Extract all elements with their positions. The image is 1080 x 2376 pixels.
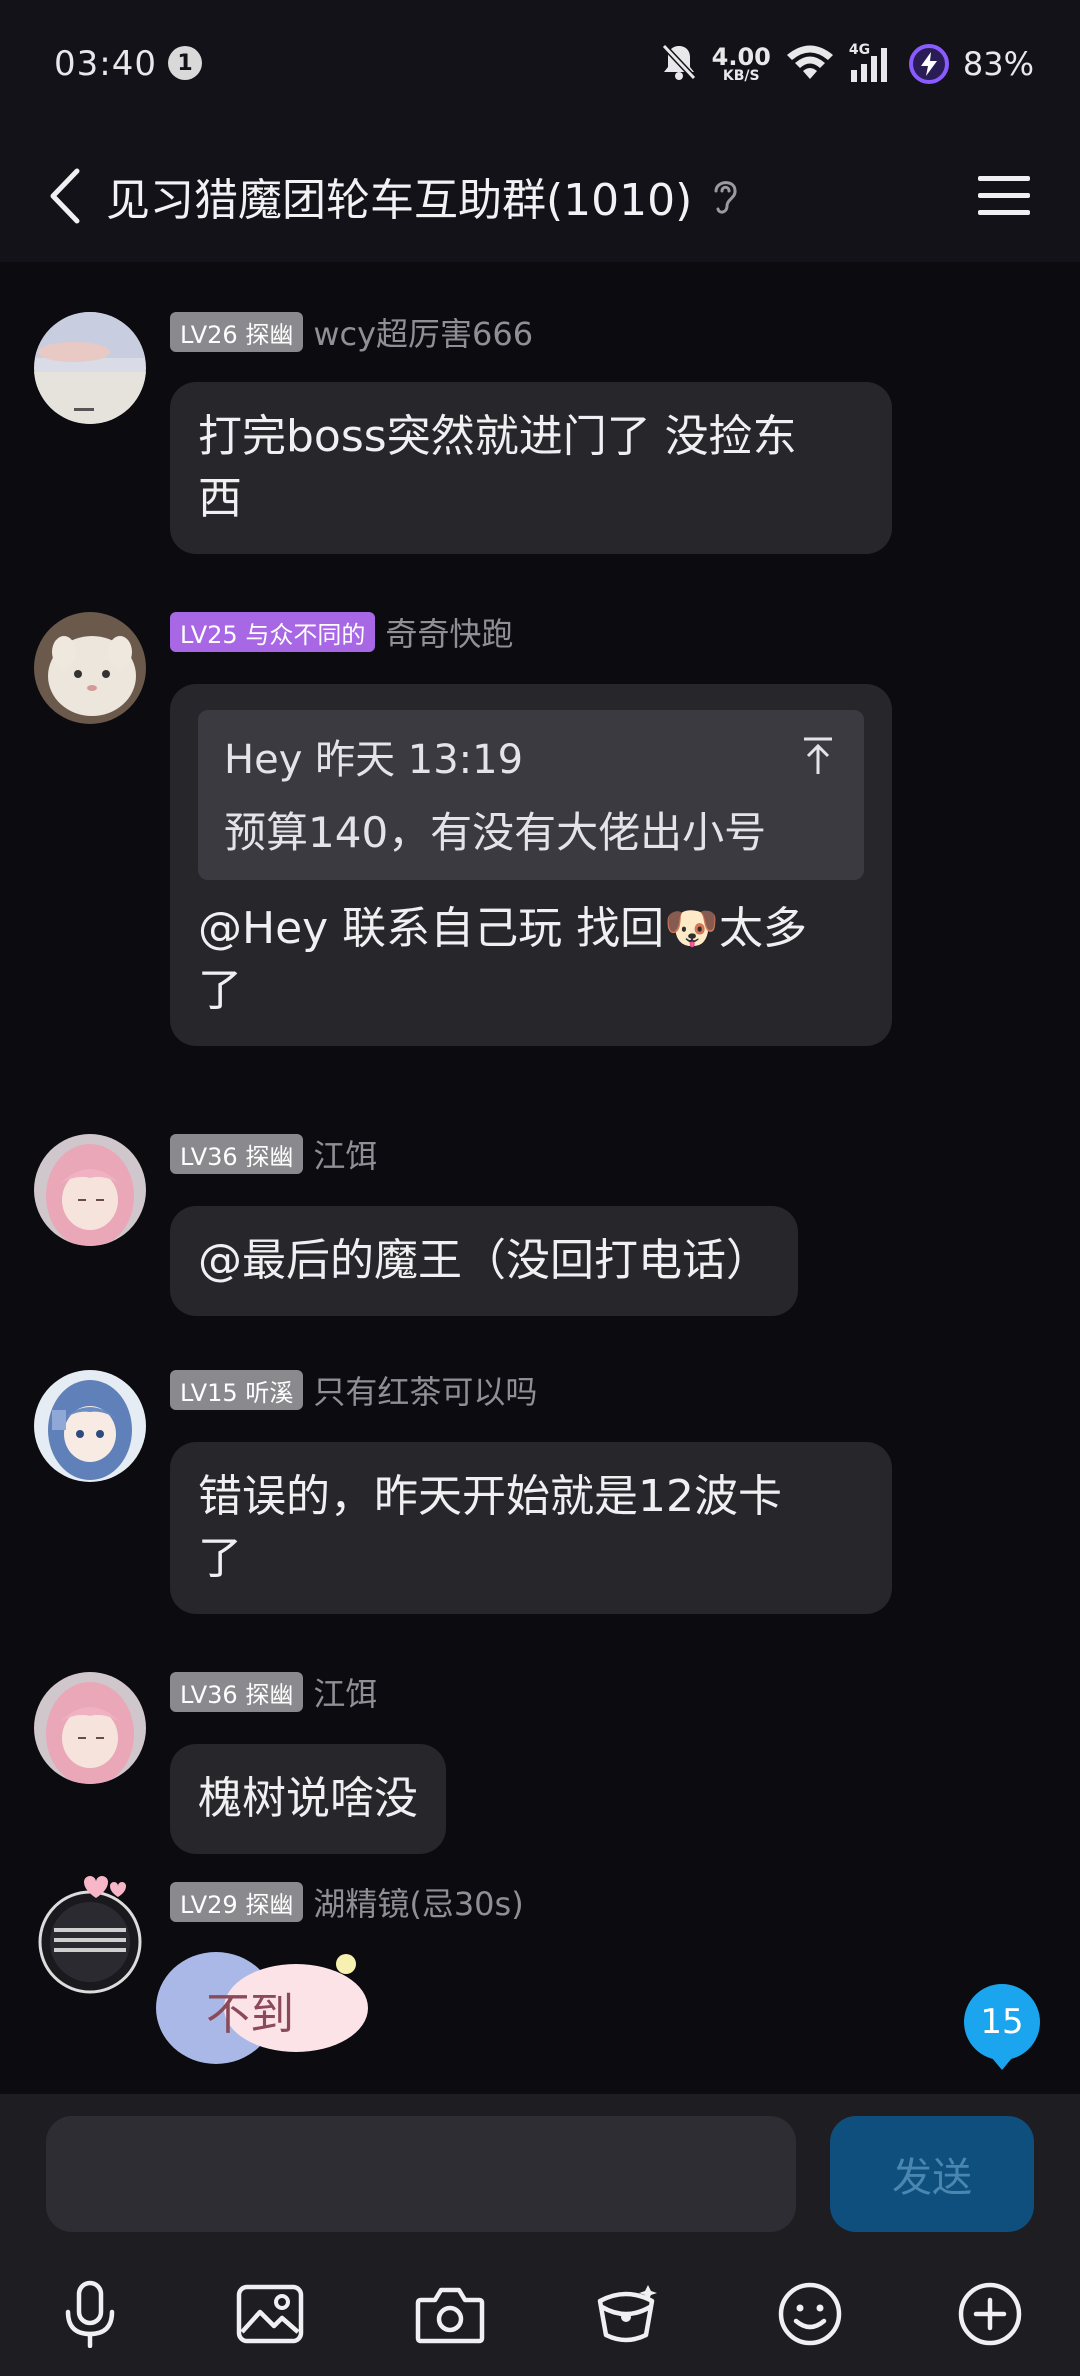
- message-meta: LV15 听溪 只有红茶可以吗: [170, 1367, 537, 1413]
- username[interactable]: 湖精镜(忌30s): [313, 1879, 523, 1925]
- level-badge: LV15 听溪: [170, 1370, 304, 1410]
- jump-to-top-icon[interactable]: [800, 736, 836, 776]
- username[interactable]: 奇奇快跑: [385, 609, 513, 655]
- message-item: LV29 探幽 湖精镜(忌30s) 不到: [0, 1876, 1080, 2094]
- message-text-line: 打完boss突然就进门了 没捡东: [198, 411, 797, 462]
- hamburger-menu-icon: [978, 176, 1030, 215]
- microphone-button[interactable]: [48, 2272, 132, 2356]
- camera-button[interactable]: [408, 2272, 492, 2356]
- avatar[interactable]: [34, 612, 146, 724]
- back-button[interactable]: [36, 160, 92, 232]
- message-list[interactable]: LV26 探幽 wcy超厉害666 打完boss突然就进门了 没捡东 西 LV2…: [0, 262, 1080, 2094]
- message-meta: LV26 探幽 wcy超厉害666: [170, 309, 533, 355]
- avatar[interactable]: [34, 1672, 146, 1784]
- avatar[interactable]: [34, 1370, 146, 1482]
- image-button[interactable]: [228, 2272, 312, 2356]
- wifi-icon: [785, 42, 835, 86]
- username[interactable]: 只有红茶可以吗: [313, 1367, 537, 1413]
- message-bubble[interactable]: 槐树说啥没: [170, 1744, 446, 1854]
- message-bubble[interactable]: 错误的，昨天开始就是12波卡 了: [170, 1442, 892, 1614]
- message-text: @Hey 联系自己玩 找回: [198, 903, 665, 954]
- menu-button[interactable]: [974, 164, 1034, 228]
- message-text: 太多: [718, 903, 807, 954]
- battery-percent: 83%: [962, 45, 1034, 83]
- message-meta: LV36 探幽 江饵: [170, 1669, 377, 1715]
- network-speed-unit: KB/S: [722, 68, 760, 84]
- input-toolbar: [0, 2254, 1080, 2374]
- network-speed-value: 4.00: [711, 43, 771, 71]
- red-packet-button[interactable]: [584, 2272, 668, 2356]
- message-bubble[interactable]: Hey 昨天 13:19 预算140，有没有大佬出小号 @Hey 联系自己玩 找…: [170, 684, 892, 1046]
- send-button[interactable]: 发送: [830, 2116, 1034, 2232]
- more-button[interactable]: [948, 2272, 1032, 2356]
- chat-header: 见习猎魔团轮车互助群(1010): [0, 130, 1080, 262]
- username[interactable]: 江饵: [313, 1669, 377, 1715]
- network-speed: 4.00 KB/S: [712, 45, 771, 83]
- message-text-line: 西: [198, 473, 242, 524]
- message-text: 槐树说啥没: [198, 1773, 418, 1824]
- level-badge: LV26 探幽: [170, 312, 304, 352]
- message-text-line: @Hey 联系自己玩 找回🐶太多: [198, 898, 864, 960]
- sticker-message[interactable]: 不到: [146, 1938, 386, 2078]
- camera-icon: [415, 2287, 485, 2344]
- unread-count-badge[interactable]: 15: [964, 1984, 1040, 2070]
- dog-emoji-icon: 🐶: [664, 903, 719, 954]
- level-badge: LV25 与众不同的: [170, 612, 376, 652]
- username[interactable]: 江饵: [313, 1131, 377, 1177]
- chat-title[interactable]: 见习猎魔团轮车互助群(1010): [106, 160, 744, 232]
- chat-title-text: 见习猎魔团轮车互助群(1010): [106, 175, 693, 226]
- username[interactable]: wcy超厉害666: [313, 309, 533, 355]
- ear-icon: [710, 174, 744, 218]
- message-meta: LV29 探幽 湖精镜(忌30s): [170, 1879, 524, 1925]
- level-badge: LV36 探幽: [170, 1134, 304, 1174]
- image-icon: [236, 2284, 304, 2344]
- plus-circle-icon: [958, 2282, 1022, 2346]
- battery-charging-icon: [908, 44, 949, 84]
- emoji-icon: [778, 2282, 842, 2346]
- quote-author-time: Hey 昨天 13:19: [224, 737, 524, 783]
- avatar[interactable]: [34, 312, 146, 424]
- level-badge: LV29 探幽: [170, 1882, 304, 1922]
- message-input[interactable]: [46, 2116, 796, 2232]
- microphone-icon: [65, 2280, 115, 2348]
- level-badge: LV36 探幽: [170, 1672, 304, 1712]
- status-icons: 4.00 KB/S 4G 83%: [660, 36, 1034, 92]
- message-text: @最后的魔王（没回打电话）: [198, 1235, 770, 1286]
- message-bubble[interactable]: 打完boss突然就进门了 没捡东 西: [170, 382, 892, 554]
- emoji-button[interactable]: [768, 2272, 852, 2356]
- message-text-line: 了: [198, 965, 242, 1016]
- cellular-signal-icon: 4G: [849, 42, 895, 84]
- quoted-message[interactable]: Hey 昨天 13:19 预算140，有没有大佬出小号: [198, 710, 864, 880]
- status-bar: 03:40 1 4.00 KB/S 4G 83%: [0, 0, 1080, 130]
- message-bubble[interactable]: @最后的魔王（没回打电话）: [170, 1206, 798, 1316]
- mute-bell-icon: [660, 42, 698, 86]
- notification-count-badge: 1: [168, 46, 202, 80]
- status-time: 03:40: [54, 44, 157, 84]
- quote-text: 预算140，有没有大佬出小号: [224, 808, 767, 857]
- sticker-text: 不到: [206, 1989, 294, 2040]
- chevron-left-icon: [50, 168, 80, 224]
- red-packet-icon: [597, 2285, 657, 2343]
- avatar[interactable]: [24, 1872, 154, 2002]
- input-area: 发送: [0, 2094, 1080, 2376]
- message-text-line: 错误的，昨天开始就是12波卡: [198, 1471, 782, 1522]
- partial-sticker-image: [150, 262, 350, 282]
- message-meta: LV36 探幽 江饵: [170, 1131, 377, 1177]
- message-meta: LV25 与众不同的 奇奇快跑: [170, 609, 513, 655]
- message-text-line: 了: [198, 1533, 242, 1584]
- avatar[interactable]: [34, 1134, 146, 1246]
